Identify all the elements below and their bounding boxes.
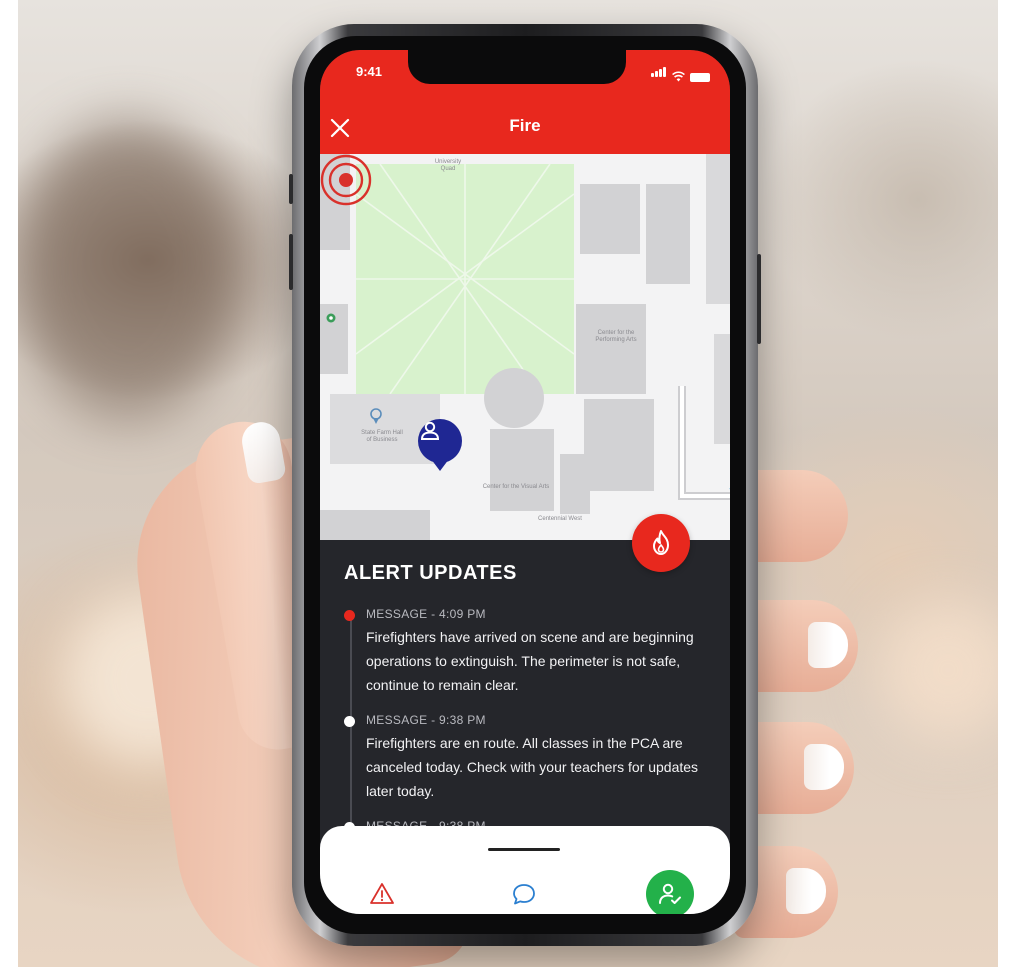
building (320, 304, 348, 374)
wifi-icon (672, 71, 685, 82)
page-title: Fire (509, 116, 541, 135)
bottom-action-bar (320, 826, 730, 914)
signal-icon (651, 64, 667, 82)
power-button (757, 254, 761, 344)
building (560, 454, 590, 514)
update-message: Firefighters are en route. All classes i… (366, 735, 699, 799)
update-item[interactable]: MESSAGE - 9:38 PM Firefighters are en ro… (344, 713, 730, 803)
volume-up-button (289, 234, 293, 290)
map-label-business: State Farm Hall of Business (361, 430, 403, 443)
notch (408, 50, 626, 84)
update-meta: MESSAGE - 4:09 PM (366, 607, 486, 621)
fire-icon (653, 530, 669, 555)
status-time: 9:41 (356, 64, 383, 79)
building (320, 510, 430, 540)
map-canvas: University Quad Center for the Performing … (320, 154, 730, 540)
fire-alert-button[interactable] (632, 514, 690, 572)
report-alert-button[interactable] (358, 870, 406, 914)
building (646, 184, 690, 284)
finger-nail (808, 622, 848, 668)
timeline-dot-active (344, 610, 355, 621)
mute-switch (289, 174, 293, 204)
messages-button[interactable] (500, 870, 548, 914)
map-label-centennial: Centennial West (538, 516, 582, 522)
user-icon (420, 421, 440, 440)
building (576, 304, 646, 394)
building (706, 154, 730, 304)
campus-map[interactable]: University Quad Center for the Performing … (320, 154, 730, 540)
phone-bezel: 9:41 Fire University Quad Center for the… (304, 36, 746, 934)
user-location-pin[interactable] (418, 419, 462, 471)
finger-nail (804, 744, 844, 790)
rotunda (484, 368, 544, 428)
app-screen: 9:41 Fire University Quad Center for the… (320, 50, 730, 914)
building (714, 334, 730, 444)
update-message: Firefighters have arrived on scene and a… (366, 629, 694, 693)
warning-icon (370, 883, 394, 904)
building (580, 184, 640, 254)
phone-device: 9:41 Fire University Quad Center for the… (289, 24, 761, 946)
fire-location-marker[interactable] (320, 154, 372, 206)
chat-icon (513, 884, 535, 905)
update-item[interactable]: MESSAGE - 4:09 PM Firefighters have arri… (344, 607, 730, 697)
finger-nail (786, 868, 826, 914)
alert-updates-panel: ALERT UPDATES MESSAGE - 4:09 PM Firefigh… (320, 540, 730, 860)
battery-icon (690, 73, 710, 82)
building (490, 429, 554, 511)
timeline-dot (344, 716, 355, 727)
building (584, 399, 654, 491)
bokeh-light (878, 600, 998, 740)
status-icons (651, 64, 710, 82)
map-location-icon (326, 313, 336, 323)
user-check-icon (659, 883, 681, 904)
update-meta: MESSAGE - 9:38 PM (366, 713, 486, 727)
drag-handle[interactable] (488, 848, 560, 851)
check-in-button[interactable] (646, 870, 694, 914)
map-label-visual-arts: Center for the Visual Arts (483, 484, 550, 490)
bokeh-dark (18, 120, 238, 420)
map-label-performing-arts: Center for the Performing Arts (595, 330, 636, 343)
